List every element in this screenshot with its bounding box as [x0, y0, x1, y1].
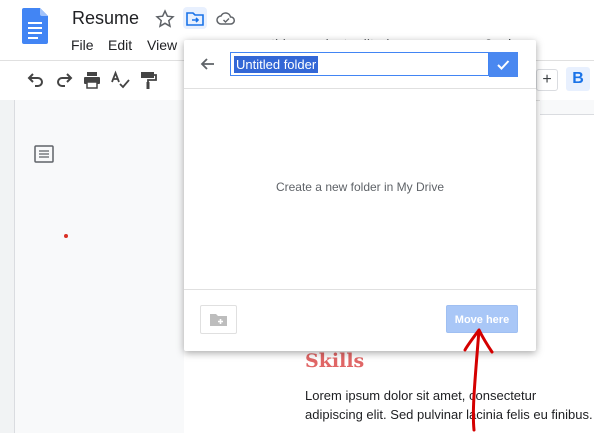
- move-to-folder-button[interactable]: [183, 7, 207, 29]
- new-folder-icon: [210, 314, 227, 326]
- paint-format-icon[interactable]: [138, 70, 158, 90]
- dialog-divider: [184, 88, 536, 89]
- bold-button[interactable]: B: [566, 67, 590, 91]
- vertical-ruler: [0, 100, 15, 433]
- redo-icon[interactable]: [54, 70, 74, 90]
- back-arrow-icon[interactable]: [198, 55, 218, 73]
- print-icon[interactable]: [82, 70, 102, 90]
- increase-font-size-button[interactable]: +: [536, 69, 558, 91]
- folder-name-selected-text: Untitled folder: [234, 56, 319, 73]
- confirm-folder-name-button[interactable]: [489, 52, 518, 77]
- dialog-footer-divider: [184, 289, 536, 290]
- folder-name-input[interactable]: Untitled folder: [230, 52, 489, 76]
- section-body-text: Lorem ipsum dolor sit amet, consectetur …: [305, 388, 593, 422]
- star-icon[interactable]: [155, 9, 175, 29]
- document-outline-icon[interactable]: [34, 145, 54, 163]
- new-folder-button[interactable]: [200, 305, 237, 334]
- move-to-folder-icon: [186, 12, 204, 26]
- document-title[interactable]: Resume: [72, 8, 139, 29]
- spellcheck-icon[interactable]: [110, 70, 130, 90]
- undo-icon[interactable]: [26, 70, 46, 90]
- side-panel: [0, 100, 184, 433]
- menu-file[interactable]: File: [71, 37, 94, 53]
- docs-logo-icon[interactable]: [22, 8, 48, 44]
- menu-view[interactable]: View: [147, 37, 177, 53]
- annotation-arrow: [463, 328, 494, 432]
- horizontal-ruler: [540, 100, 594, 115]
- check-icon: [497, 60, 510, 70]
- menu-edit[interactable]: Edit: [108, 37, 132, 53]
- move-folder-dialog: Untitled folder Create a new folder in M…: [184, 40, 536, 351]
- section-heading: Skills: [305, 350, 365, 372]
- empty-folder-message: Create a new folder in My Drive: [275, 180, 445, 194]
- cloud-status-icon[interactable]: [216, 10, 236, 28]
- cursor-dot: [64, 234, 68, 238]
